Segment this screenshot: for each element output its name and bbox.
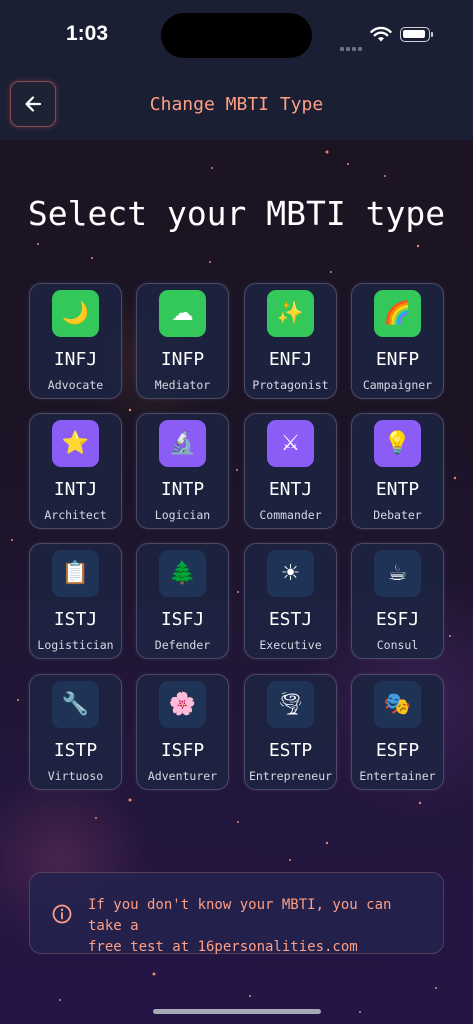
type-name: Protagonist [252, 378, 329, 392]
type-icon: 🔬 [159, 420, 206, 467]
mbti-card-esfp[interactable]: 🎭 ESFP Entertainer [351, 674, 444, 790]
mbti-card-entj[interactable]: ⚔ ENTJ Commander [244, 413, 337, 529]
mbti-card-infj[interactable]: 🌙 INFJ Advocate [29, 283, 122, 399]
type-icon: 🎭 [374, 681, 421, 728]
mbti-card-entp[interactable]: 💡 ENTP Debater [351, 413, 444, 529]
type-icon: 🔧 [52, 681, 99, 728]
mbti-card-enfp[interactable]: 🌈 ENFP Campaigner [351, 283, 444, 399]
type-name: Mediator [154, 378, 211, 392]
battery-icon [400, 27, 430, 42]
info-box: If you don't know your MBTI, you can tak… [29, 872, 444, 955]
section-heading: Select your MBTI type [27, 194, 446, 233]
type-name: Virtuoso [47, 769, 104, 783]
info-text: If you don't know your MBTI, you can tak… [88, 895, 428, 958]
page-title: Change MBTI Type [149, 94, 324, 115]
type-icon: 🌲 [159, 550, 206, 597]
info-text-line-2: free test at 16personalities.com [88, 939, 358, 955]
type-name: Debater [373, 508, 422, 522]
mbti-card-istp[interactable]: 🔧 ISTP Virtuoso [29, 674, 122, 790]
mbti-card-infp[interactable]: ☁ INFP Mediator [136, 283, 229, 399]
signal-icon [340, 36, 364, 55]
type-icon: 💡 [374, 420, 421, 467]
mbti-card-esfj[interactable]: ☕ ESFJ Consul [351, 543, 444, 659]
type-icon: ☁ [159, 290, 206, 337]
type-code: ESFP [375, 740, 420, 761]
type-code: ENFP [375, 349, 420, 370]
type-icon: ⚔ [267, 420, 314, 467]
status-bar: 1:03 [0, 0, 473, 72]
type-name: Consul [376, 638, 419, 652]
home-indicator [153, 1009, 321, 1014]
type-name: Entertainer [359, 769, 436, 783]
mbti-card-isfj[interactable]: 🌲 ISFJ Defender [136, 543, 229, 659]
type-icon: 🌸 [159, 681, 206, 728]
type-code: INTJ [53, 479, 98, 500]
type-code: ENTP [375, 479, 420, 500]
type-name: Logician [154, 508, 211, 522]
mbti-card-intj[interactable]: ⭐ INTJ Architect [29, 413, 122, 529]
type-name: Architect [44, 508, 107, 522]
type-name: Entrepreneur [248, 769, 333, 783]
type-code: ESFJ [375, 609, 420, 630]
mbti-card-estj[interactable]: ☀ ESTJ Executive [244, 543, 337, 659]
type-name: Campaigner [362, 378, 433, 392]
type-code: ESTJ [268, 609, 313, 630]
type-name: Commander [259, 508, 322, 522]
type-code: ISTP [53, 740, 98, 761]
type-name: Advocate [47, 378, 104, 392]
type-code: ESTP [268, 740, 313, 761]
type-name: Defender [154, 638, 211, 652]
type-name: Executive [259, 638, 322, 652]
type-code: INTP [160, 479, 205, 500]
type-name: Logistician [37, 638, 114, 652]
type-icon: ⭐ [52, 420, 99, 467]
mbti-card-isfp[interactable]: 🌸 ISFP Adventurer [136, 674, 229, 790]
type-icon: 🌪 [267, 681, 314, 728]
type-code: ENTJ [268, 479, 313, 500]
type-code: ISFJ [160, 609, 205, 630]
wifi-icon [370, 26, 392, 42]
type-name: Adventurer [147, 769, 218, 783]
type-code: ISFP [160, 740, 205, 761]
type-icon: 📋 [52, 550, 99, 597]
info-text-line-1: If you don't know your MBTI, you can tak… [88, 897, 392, 934]
mbti-type-grid: 🌙 INFJ Advocate ☁ INFP Mediator ✨ ENFJ Protagoni… [29, 283, 444, 790]
type-icon: 🌈 [374, 290, 421, 337]
mbti-card-estp[interactable]: 🌪 ESTP Entrepreneur [244, 674, 337, 790]
dynamic-island [161, 13, 312, 58]
type-code: ISTJ [53, 609, 98, 630]
type-code: INFP [160, 349, 205, 370]
type-icon: ☀ [267, 550, 314, 597]
mbti-card-istj[interactable]: 📋 ISTJ Logistician [29, 543, 122, 659]
type-icon: ✨ [267, 290, 314, 337]
info-icon [52, 904, 72, 924]
type-code: INFJ [53, 349, 98, 370]
type-code: ENFJ [268, 349, 313, 370]
battery-tip [431, 32, 433, 37]
status-time: 1:03 [66, 22, 109, 45]
type-icon: ☕ [374, 550, 421, 597]
mbti-card-enfj[interactable]: ✨ ENFJ Protagonist [244, 283, 337, 399]
type-icon: 🌙 [52, 290, 99, 337]
mbti-card-intp[interactable]: 🔬 INTP Logician [136, 413, 229, 529]
